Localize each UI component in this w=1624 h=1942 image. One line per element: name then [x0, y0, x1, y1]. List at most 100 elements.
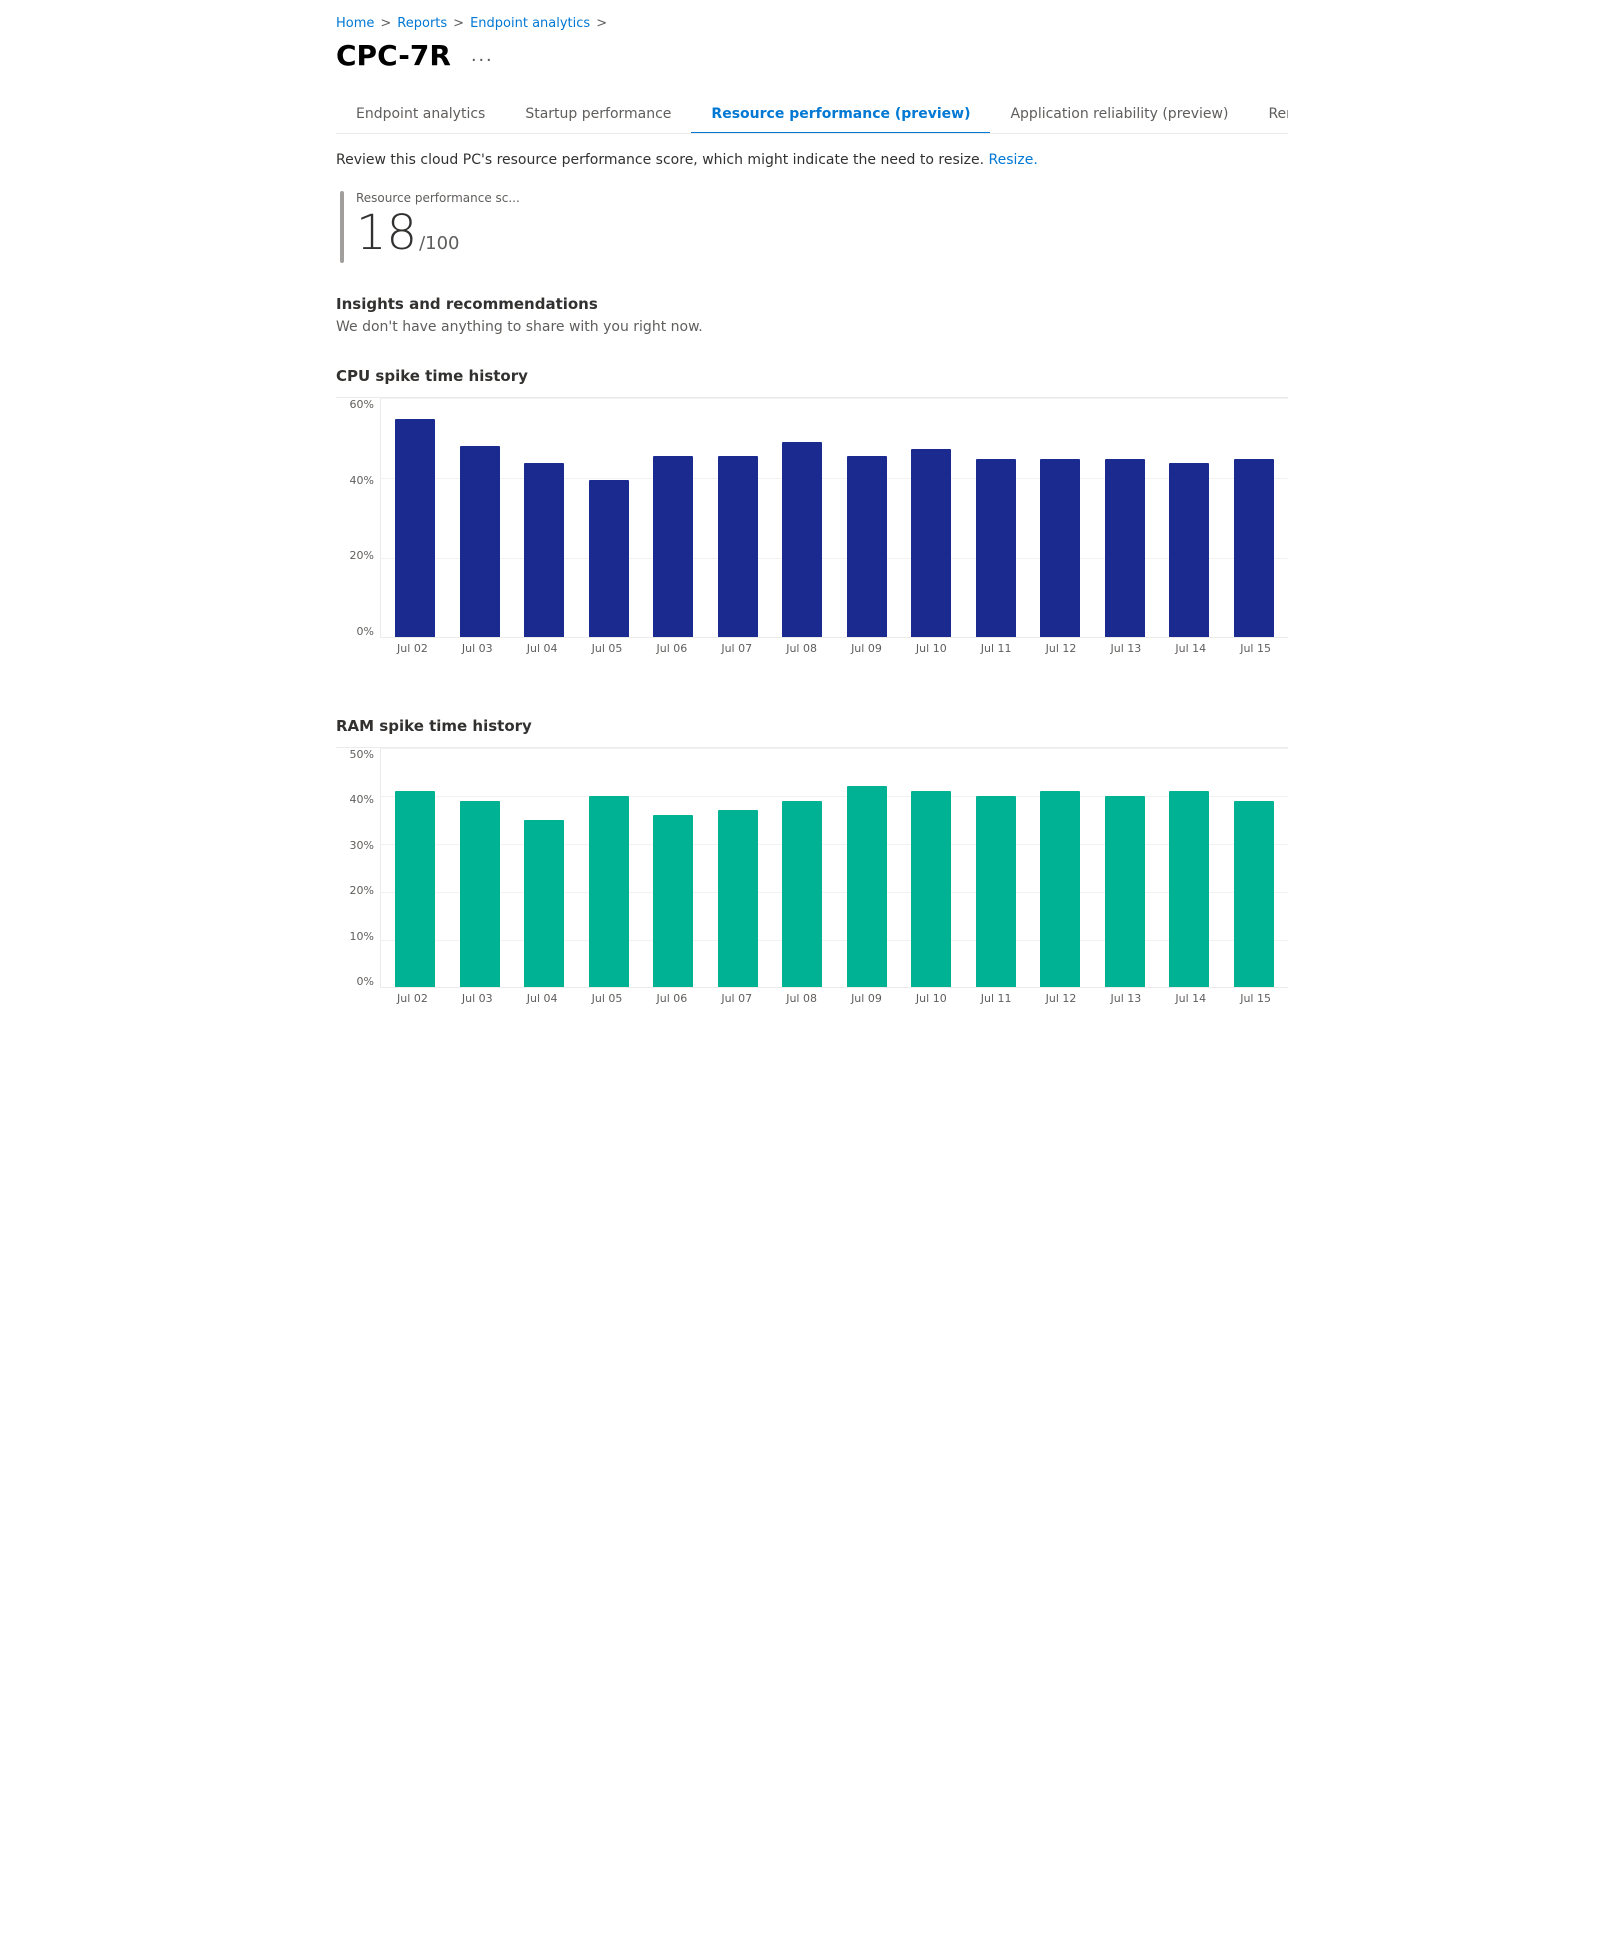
bar [911, 449, 951, 637]
y-label: 40% [350, 793, 374, 806]
score-section: Resource performance sc... 18 /100 [336, 191, 1288, 263]
bar [395, 419, 435, 638]
cpu-bars-area [380, 398, 1288, 638]
x-label: Jul 03 [445, 642, 510, 655]
x-label: Jul 08 [769, 992, 834, 1005]
y-label: 60% [350, 398, 374, 411]
x-label: Jul 12 [1029, 642, 1094, 655]
score-indicator-bar [340, 191, 344, 263]
x-label: Jul 02 [380, 642, 445, 655]
cpu-chart-area: 60%40%20%0% [336, 398, 1288, 638]
insights-text: We don't have anything to share with you… [336, 319, 1288, 335]
x-label: Jul 04 [510, 992, 575, 1005]
ellipsis-button[interactable]: ... [463, 40, 502, 71]
breadcrumb-sep-2: > [453, 16, 464, 31]
bar [460, 801, 500, 987]
bar [524, 463, 564, 637]
bar [1105, 459, 1145, 637]
x-label: Jul 13 [1093, 642, 1158, 655]
x-label: Jul 15 [1223, 642, 1288, 655]
x-label: Jul 10 [899, 992, 964, 1005]
breadcrumb-endpoint-analytics[interactable]: Endpoint analytics [470, 16, 590, 31]
tab-remot[interactable]: Remot... [1248, 96, 1288, 134]
bar [653, 456, 693, 637]
bar [395, 791, 435, 987]
y-label: 0% [357, 975, 374, 988]
tab-endpoint-analytics[interactable]: Endpoint analytics [336, 96, 505, 134]
x-label: Jul 06 [639, 642, 704, 655]
bar [1040, 791, 1080, 987]
bar-group [643, 398, 704, 637]
bar-group [1030, 398, 1091, 637]
breadcrumb-sep-3: > [596, 16, 607, 31]
x-label: Jul 07 [704, 992, 769, 1005]
tab-resource-performance[interactable]: Resource performance (preview) [691, 96, 990, 134]
score-number: 18 [356, 209, 417, 257]
x-label: Jul 03 [445, 992, 510, 1005]
ram-bars-area [380, 748, 1288, 988]
breadcrumb-sep-1: > [380, 16, 391, 31]
resize-link[interactable]: Resize. [989, 152, 1038, 168]
ram-chart-wrapper: 50%40%30%20%10%0% Jul 02Jul 03Jul 04Jul … [336, 747, 1288, 1027]
bar [1040, 459, 1080, 637]
bar-group [450, 748, 511, 987]
bar-group [772, 748, 833, 987]
bar-group [966, 748, 1027, 987]
ram-chart-area: 50%40%30%20%10%0% [336, 748, 1288, 988]
breadcrumb: Home > Reports > Endpoint analytics > [336, 16, 1288, 31]
bar [1234, 801, 1274, 987]
bar-group [643, 748, 704, 987]
bar-group [514, 748, 575, 987]
breadcrumb-home[interactable]: Home [336, 16, 374, 31]
score-label: Resource performance sc... [356, 191, 520, 205]
score-content: Resource performance sc... 18 /100 [356, 191, 520, 257]
ram-chart-section: RAM spike time history 50%40%30%20%10%0%… [336, 717, 1288, 1027]
cpu-chart-wrapper: 60%40%20%0% Jul 02Jul 03Jul 04Jul 05Jul … [336, 397, 1288, 677]
tab-startup-performance[interactable]: Startup performance [505, 96, 691, 134]
x-label: Jul 09 [834, 642, 899, 655]
x-label: Jul 11 [964, 992, 1029, 1005]
x-label: Jul 13 [1093, 992, 1158, 1005]
x-label: Jul 06 [639, 992, 704, 1005]
breadcrumb-reports[interactable]: Reports [397, 16, 447, 31]
bar [976, 459, 1016, 637]
bar-group [1159, 398, 1220, 637]
x-label: Jul 08 [769, 642, 834, 655]
bar-group [1095, 398, 1156, 637]
ram-y-axis: 50%40%30%20%10%0% [336, 748, 380, 988]
score-value-row: 18 /100 [356, 209, 520, 257]
y-label: 40% [350, 474, 374, 487]
y-label: 50% [350, 748, 374, 761]
page-title: CPC-7R [336, 39, 451, 72]
x-label: Jul 02 [380, 992, 445, 1005]
bar-group [708, 398, 769, 637]
ram-chart-title: RAM spike time history [336, 717, 1288, 735]
bar-group [901, 398, 962, 637]
bar-group [901, 748, 962, 987]
y-label: 10% [350, 930, 374, 943]
bar [911, 791, 951, 987]
ram-x-axis: Jul 02Jul 03Jul 04Jul 05Jul 06Jul 07Jul … [380, 992, 1288, 1005]
bar-group [579, 398, 640, 637]
bar [976, 796, 1016, 987]
page-title-row: CPC-7R ... [336, 39, 1288, 72]
x-label: Jul 04 [510, 642, 575, 655]
bar-group [1224, 748, 1285, 987]
bar-group [1159, 748, 1220, 987]
tab-application-reliability[interactable]: Application reliability (preview) [990, 96, 1248, 134]
bar-group [966, 398, 1027, 637]
page-container: Home > Reports > Endpoint analytics > CP… [312, 0, 1312, 1083]
x-label: Jul 11 [964, 642, 1029, 655]
bar-group [385, 398, 446, 637]
bar-group [837, 748, 898, 987]
y-label: 20% [350, 884, 374, 897]
x-label: Jul 14 [1158, 642, 1223, 655]
bar [1169, 791, 1209, 987]
bar-group [772, 398, 833, 637]
cpu-y-axis: 60%40%20%0% [336, 398, 380, 638]
bar-group [1095, 748, 1156, 987]
insights-section: Insights and recommendations We don't ha… [336, 295, 1288, 335]
bar-group [708, 748, 769, 987]
cpu-chart-section: CPU spike time history 60%40%20%0% Jul 0… [336, 367, 1288, 677]
bar [1105, 796, 1145, 987]
